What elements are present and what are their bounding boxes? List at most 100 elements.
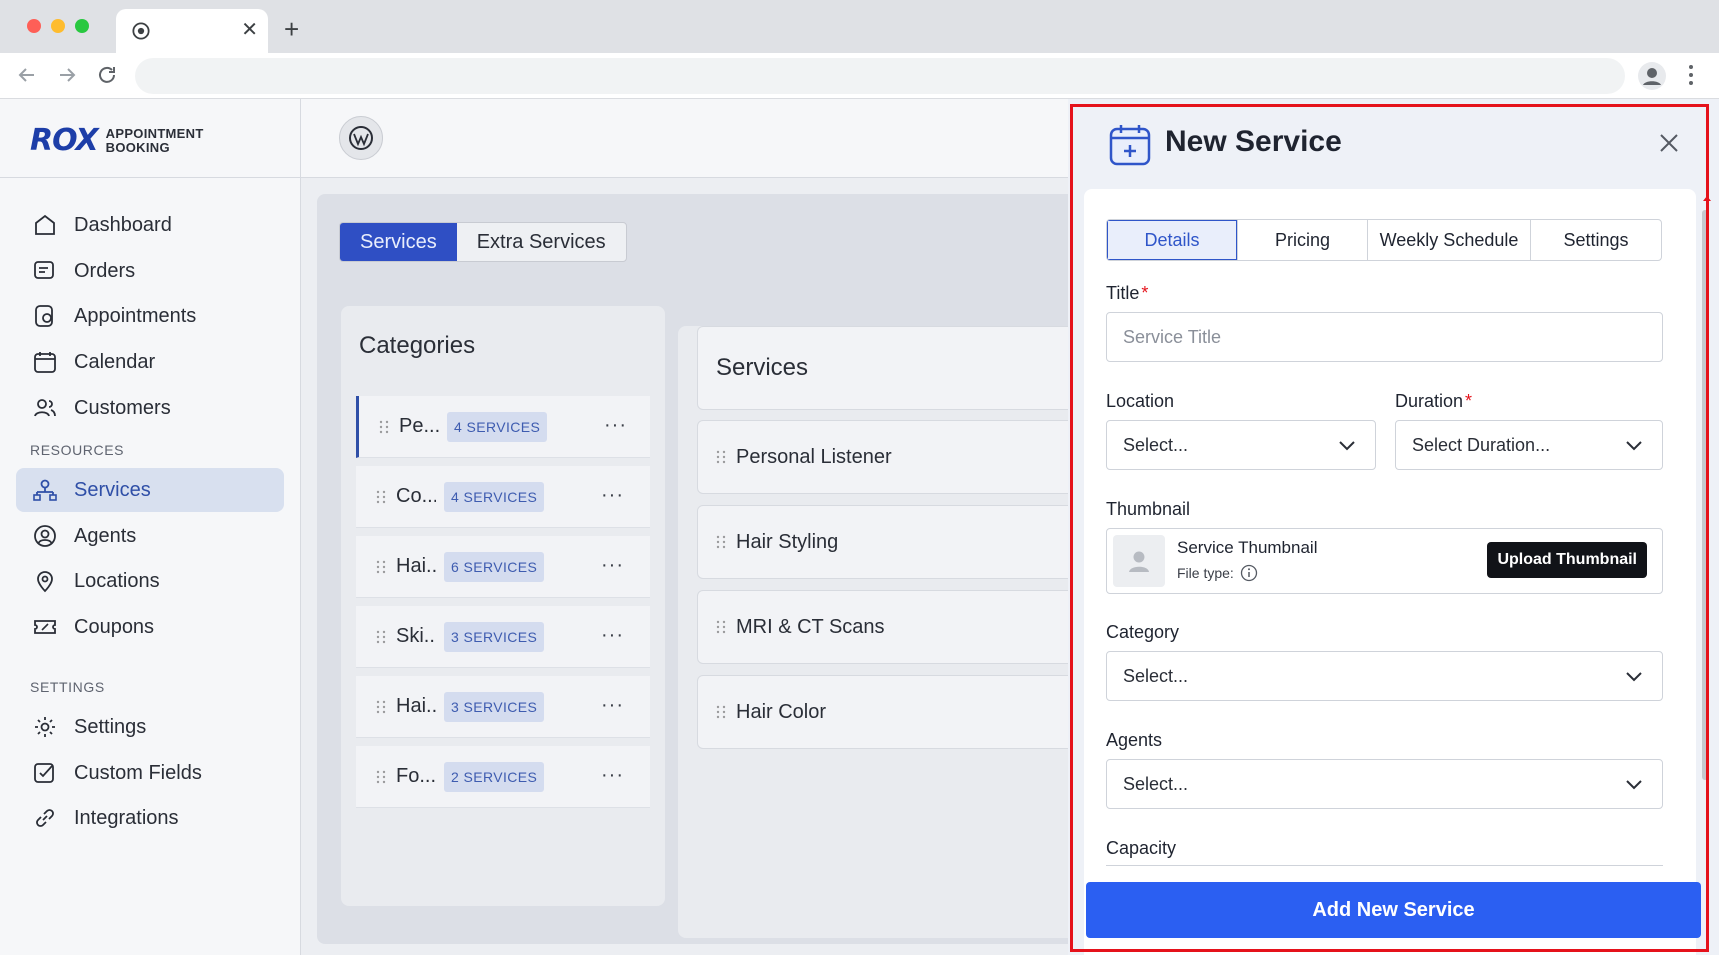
drag-handle-icon[interactable] bbox=[376, 630, 386, 644]
category-row[interactable]: Hai... 6 SERVICES ··· bbox=[356, 536, 650, 598]
sidebar-item-label: Coupons bbox=[74, 615, 155, 638]
sidebar-item-agents[interactable]: Agents bbox=[16, 514, 284, 558]
duration-label: Duration * bbox=[1395, 391, 1472, 412]
category-row[interactable]: Hai... 3 SERVICES ··· bbox=[356, 676, 650, 738]
sidebar-item-label: Custom Fields bbox=[74, 761, 202, 784]
category-row[interactable]: Ski... 3 SERVICES ··· bbox=[356, 606, 650, 668]
drag-handle-icon[interactable] bbox=[376, 560, 386, 574]
drag-handle-icon[interactable] bbox=[716, 450, 726, 464]
capacity-field-edge bbox=[1106, 865, 1663, 869]
thumbnail-filetype: File type: bbox=[1177, 564, 1258, 582]
brand-logo[interactable]: ROX APPOINTMENT BOOKING bbox=[30, 123, 204, 158]
agents-label: Agents bbox=[1106, 730, 1163, 750]
required-marker: * bbox=[1465, 391, 1473, 411]
duration-select[interactable]: Select Duration... bbox=[1395, 420, 1663, 470]
tab-pricing[interactable]: Pricing bbox=[1237, 220, 1367, 260]
category-name: Hai... bbox=[396, 555, 436, 577]
agent-icon bbox=[34, 525, 56, 547]
sidebar-item-settings[interactable]: Settings bbox=[16, 705, 284, 749]
tab-weekly-schedule[interactable]: Weekly Schedule bbox=[1367, 220, 1530, 260]
window-maximize-dot[interactable] bbox=[75, 19, 89, 33]
sidebar-item-custom-fields[interactable]: Custom Fields bbox=[16, 751, 284, 795]
title-field[interactable] bbox=[1106, 312, 1663, 362]
browser-tab[interactable]: ✕ bbox=[116, 9, 268, 53]
more-options-icon[interactable]: ··· bbox=[601, 694, 624, 717]
sidebar-item-label: Calendar bbox=[74, 350, 156, 373]
scroll-up-icon[interactable] bbox=[1702, 190, 1712, 201]
drawer-scrollbar[interactable] bbox=[1702, 210, 1708, 780]
sidebar-item-label: Orders bbox=[74, 259, 136, 282]
reload-icon[interactable] bbox=[95, 63, 119, 87]
service-name: MRI & CT Scans bbox=[736, 615, 885, 638]
coupon-icon bbox=[34, 620, 56, 634]
drag-handle-icon[interactable] bbox=[376, 490, 386, 504]
checkbox-icon bbox=[34, 763, 54, 783]
tab-details[interactable]: Details bbox=[1107, 220, 1237, 260]
sidebar-item-label: Customers bbox=[74, 396, 171, 419]
tab-close-icon[interactable]: ✕ bbox=[241, 19, 258, 41]
drawer-title: New Service bbox=[1165, 125, 1342, 158]
chrome-favicon-icon bbox=[132, 22, 150, 40]
title-input[interactable] bbox=[1123, 326, 1662, 348]
window-close-dot[interactable] bbox=[27, 19, 41, 33]
address-bar[interactable] bbox=[135, 58, 1625, 94]
drag-handle-icon[interactable] bbox=[376, 770, 386, 784]
sidebar-item-customers[interactable]: Customers bbox=[16, 386, 284, 430]
back-arrow-icon[interactable] bbox=[15, 63, 39, 87]
tab-extra-services[interactable]: Extra Services bbox=[457, 223, 626, 261]
more-options-icon[interactable]: ··· bbox=[601, 764, 624, 787]
service-count-badge: 4 SERVICES bbox=[444, 481, 545, 512]
sidebar-item-orders[interactable]: Orders bbox=[16, 249, 284, 293]
service-name: Personal Listener bbox=[736, 445, 892, 468]
new-tab-icon[interactable]: + bbox=[284, 16, 299, 42]
upload-thumbnail-button[interactable]: Upload Thumbnail bbox=[1487, 542, 1647, 578]
category-row[interactable]: Pe... 4 SERVICES ··· bbox=[356, 396, 650, 458]
window-minimize-dot[interactable] bbox=[51, 19, 65, 33]
category-row[interactable]: Fo... 2 SERVICES ··· bbox=[356, 746, 650, 808]
tab-settings[interactable]: Settings bbox=[1530, 220, 1661, 260]
forward-arrow-icon[interactable] bbox=[55, 63, 79, 87]
location-label: Location bbox=[1106, 391, 1175, 411]
divider bbox=[0, 177, 301, 178]
sidebar-item-appointments[interactable]: Appointments bbox=[16, 294, 284, 338]
drag-handle-icon[interactable] bbox=[376, 700, 386, 714]
more-options-icon[interactable]: ··· bbox=[604, 414, 627, 437]
info-icon[interactable] bbox=[1240, 564, 1258, 582]
category-select[interactable]: Select... bbox=[1106, 651, 1663, 701]
category-row[interactable]: Co... 4 SERVICES ··· bbox=[356, 466, 650, 528]
profile-avatar-icon[interactable] bbox=[1638, 62, 1666, 90]
service-count-badge: 3 SERVICES bbox=[444, 691, 545, 722]
drag-handle-icon[interactable] bbox=[716, 705, 726, 719]
location-select[interactable]: Select... bbox=[1106, 420, 1376, 470]
sidebar-item-label: Appointments bbox=[74, 304, 197, 327]
more-options-icon[interactable]: ··· bbox=[601, 484, 624, 507]
sidebar-item-dashboard[interactable]: Dashboard bbox=[16, 203, 284, 247]
sidebar-item-label: Settings bbox=[74, 715, 147, 738]
drag-handle-icon[interactable] bbox=[716, 620, 726, 634]
tab-services[interactable]: Services bbox=[340, 223, 457, 261]
sidebar-item-locations[interactable]: Locations bbox=[16, 559, 284, 603]
services-icon bbox=[33, 479, 57, 501]
drag-handle-icon[interactable] bbox=[716, 535, 726, 549]
sidebar-item-label: Locations bbox=[74, 569, 160, 592]
add-new-service-button[interactable]: Add New Service bbox=[1086, 882, 1701, 938]
close-icon[interactable] bbox=[1658, 132, 1680, 154]
gear-icon bbox=[35, 717, 55, 737]
category-name: Ski... bbox=[396, 625, 436, 647]
browser-menu-icon[interactable] bbox=[1688, 63, 1694, 87]
duration-value: Select Duration... bbox=[1412, 434, 1551, 455]
sidebar-item-label: Agents bbox=[74, 524, 137, 547]
sidebar-item-integrations[interactable]: Integrations bbox=[16, 796, 284, 840]
agents-select[interactable]: Select... bbox=[1106, 759, 1663, 809]
sidebar-item-coupons[interactable]: Coupons bbox=[16, 605, 284, 649]
category-name: Co... bbox=[396, 485, 436, 507]
categories-title: Categories bbox=[359, 332, 476, 359]
drag-handle-icon[interactable] bbox=[379, 420, 389, 434]
sidebar-item-calendar[interactable]: Calendar bbox=[16, 340, 284, 384]
wordpress-icon[interactable] bbox=[339, 116, 383, 160]
sidebar-item-services[interactable]: Services bbox=[16, 468, 284, 512]
link-icon bbox=[36, 809, 54, 827]
capacity-label: Capacity bbox=[1106, 838, 1177, 858]
more-options-icon[interactable]: ··· bbox=[601, 554, 624, 577]
more-options-icon[interactable]: ··· bbox=[601, 624, 624, 647]
